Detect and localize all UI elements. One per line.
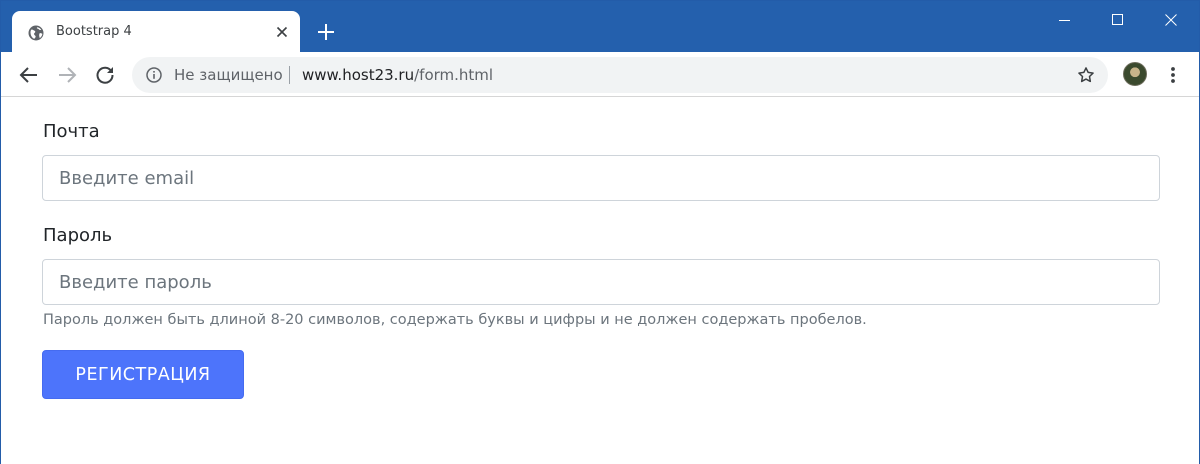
security-status[interactable]: Не защищено xyxy=(174,66,283,84)
email-field[interactable] xyxy=(42,155,1160,201)
omnibox-divider xyxy=(289,66,290,84)
email-label: Почта xyxy=(43,121,100,142)
url-host: www.host23.ru xyxy=(302,66,415,84)
tab-title: Bootstrap 4 xyxy=(56,24,132,39)
browser-tab[interactable]: Bootstrap 4 xyxy=(12,11,300,52)
password-label: Пароль xyxy=(43,225,113,246)
maximize-icon xyxy=(1112,14,1123,25)
close-icon[interactable] xyxy=(274,24,290,40)
star-icon[interactable] xyxy=(1076,65,1096,85)
register-button[interactable]: РЕГИСТРАЦИЯ xyxy=(42,350,244,399)
kebab-menu-icon[interactable] xyxy=(1163,63,1183,87)
avatar[interactable] xyxy=(1123,62,1147,86)
url-path: /form.html xyxy=(414,66,494,84)
password-help-text: Пароль должен быть длиной 8-20 символов,… xyxy=(43,312,867,328)
arrow-left-icon[interactable] xyxy=(17,63,41,87)
browser-window: Bootstrap 4 Не защищено www.host23.ru/fo… xyxy=(0,0,1200,464)
globe-icon xyxy=(28,25,44,41)
maximize-button[interactable] xyxy=(1092,1,1144,39)
minimize-icon xyxy=(1059,20,1070,21)
info-icon[interactable] xyxy=(146,67,162,83)
plus-icon[interactable] xyxy=(315,21,337,43)
arrow-right-icon[interactable] xyxy=(55,63,79,87)
reload-icon[interactable] xyxy=(93,63,117,87)
page-content: Почта Пароль Пароль должен быть длиной 8… xyxy=(1,98,1199,464)
minimize-button[interactable] xyxy=(1039,1,1091,39)
title-bar: Bootstrap 4 xyxy=(1,1,1199,52)
browser-toolbar: Не защищено www.host23.ru/form.html xyxy=(1,52,1199,97)
url-text[interactable]: www.host23.ru/form.html xyxy=(302,66,493,84)
address-bar[interactable]: Не защищено www.host23.ru/form.html xyxy=(132,57,1108,93)
close-icon xyxy=(1165,14,1177,26)
window-close-button[interactable] xyxy=(1145,1,1197,39)
password-field[interactable] xyxy=(42,259,1160,305)
